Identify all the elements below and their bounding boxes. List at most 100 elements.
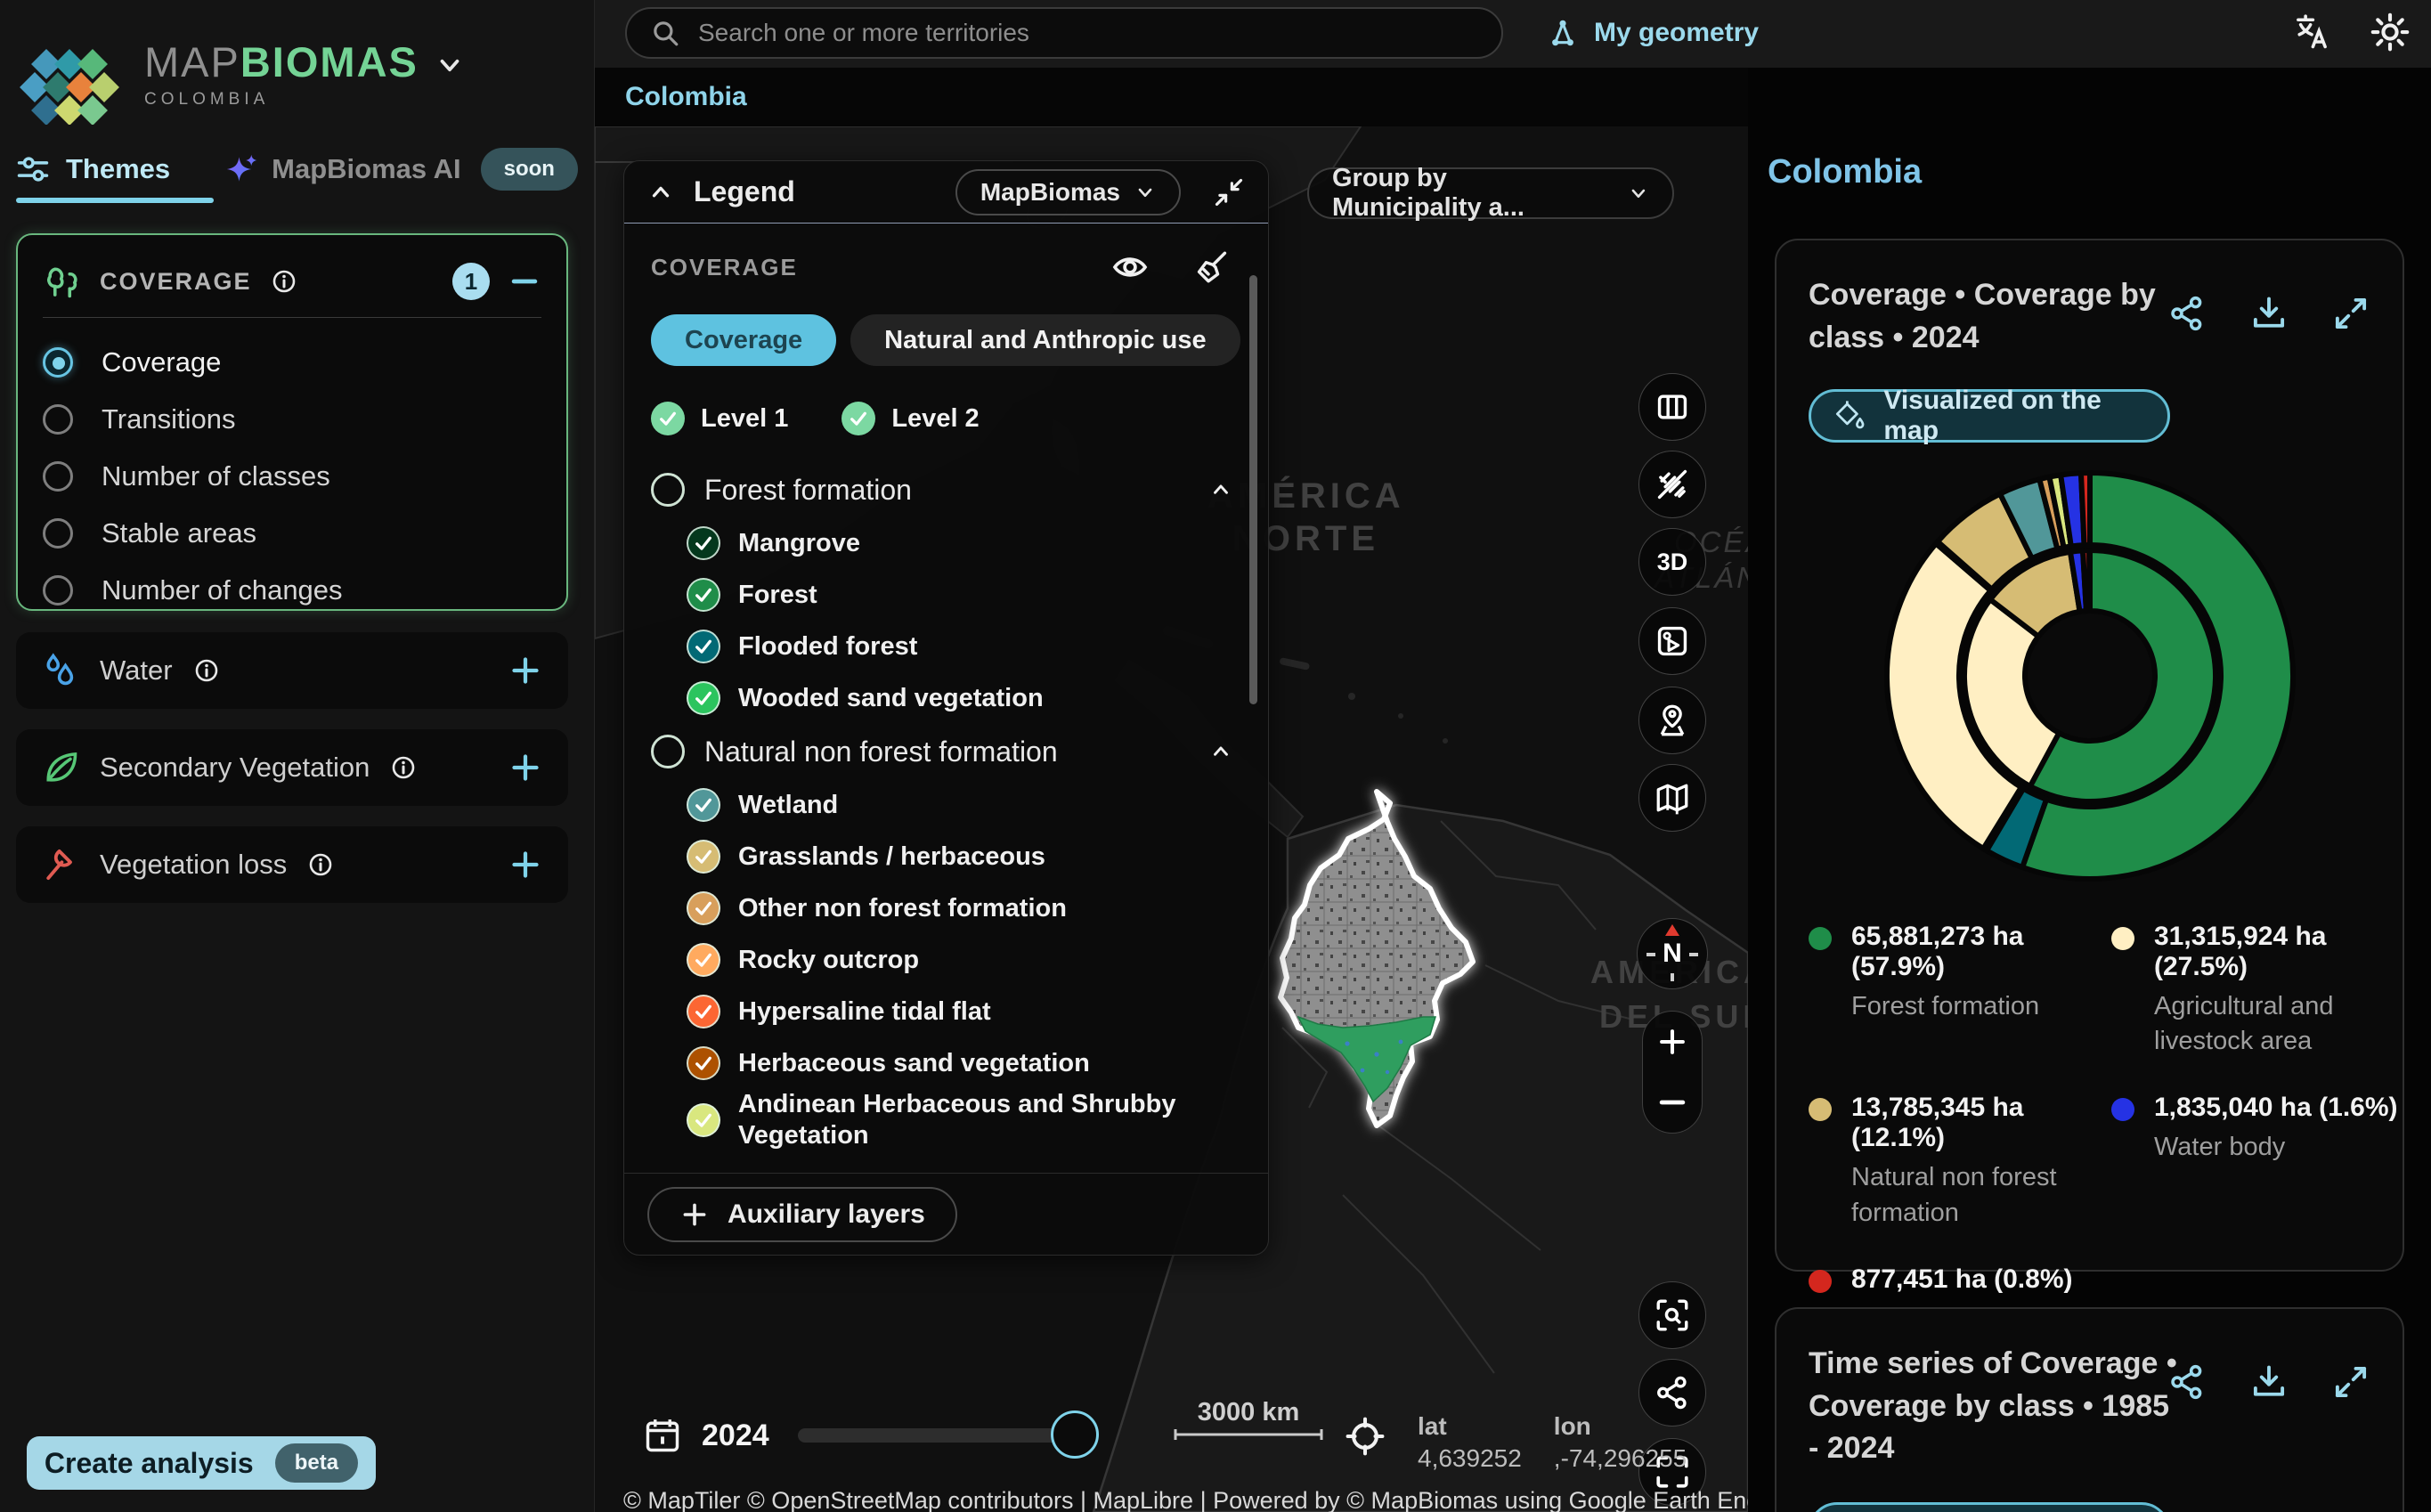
visualized-on-map-button[interactable]: Visualized on the map [1809,389,2170,443]
expand-icon[interactable] [2331,1362,2370,1402]
plus-icon[interactable] [508,847,543,882]
tab-mapbiomas-ai[interactable]: MapBiomas AI [224,151,460,187]
tab-natural-anthropic[interactable]: Natural and Anthropic use [850,314,1240,366]
chevron-down-icon[interactable] [435,50,465,80]
info-icon[interactable] [192,656,221,685]
level-2-checkbox[interactable]: Level 2 [842,402,979,435]
time-series-title: Time series of Coverage • Coverage by cl… [1809,1343,2183,1470]
chevron-up-icon[interactable] [1209,740,1232,763]
checkbox-checked-icon[interactable] [687,995,720,1028]
coverage-option-number-of-classes[interactable]: Number of classes [43,448,541,505]
tab-coverage[interactable]: Coverage [651,314,836,366]
checkbox-checked-icon[interactable] [687,578,720,612]
coverage-option-number-of-changes[interactable]: Number of changes [43,562,541,619]
zoom-out-button[interactable] [1643,1076,1702,1129]
group-checkbox-icon[interactable] [651,735,685,768]
plus-icon[interactable] [508,653,543,688]
share-icon[interactable] [2167,294,2207,333]
checkbox-checked-icon[interactable] [687,526,720,560]
chevron-up-icon[interactable] [1209,478,1232,501]
plus-icon[interactable] [508,750,543,785]
breadcrumb[interactable]: Colombia [625,82,747,112]
checkbox-checked-icon[interactable] [687,788,720,822]
layer-card-water[interactable]: Water [16,632,568,709]
create-analysis-button[interactable]: Create analysis beta [27,1436,376,1490]
layer-card-vegetation-loss[interactable]: Vegetation loss [16,826,568,903]
info-icon[interactable] [270,267,298,296]
territory-search[interactable] [625,7,1503,59]
info-icon[interactable] [389,753,418,782]
tab-themes[interactable]: Themes [16,152,170,186]
search-input[interactable] [696,18,1478,48]
checkbox-checked-icon[interactable] [687,840,720,874]
layer-card-secondary-vegetation[interactable]: Secondary Vegetation [16,729,568,806]
logo-biomas: BIOMAS [240,38,419,85]
checkbox-checked-icon[interactable] [687,1046,720,1080]
checkbox-checked-icon[interactable] [687,891,720,925]
auxiliary-layers-button[interactable]: Auxiliary layers [647,1187,957,1242]
3d-view-button[interactable]: 3D [1638,528,1706,596]
search-icon [650,18,680,48]
year-slider[interactable] [798,1428,1076,1443]
eye-icon[interactable] [1111,248,1149,286]
logo[interactable]: MAPBIOMAS COLOMBIA [20,14,465,125]
legend-group-natural-non-forest-formation[interactable]: Natural non forest formation [651,724,1241,779]
legend-item-hypersaline-tidal-flat[interactable]: Hypersaline tidal flat [651,986,1241,1037]
legend-item-wetland[interactable]: Wetland [651,779,1241,831]
legend-item-other-non-forest-formation[interactable]: Other non forest formation [651,882,1241,934]
legend-group-forest-formation[interactable]: Forest formation [651,462,1241,517]
legend-item-mangrove[interactable]: Mangrove [651,517,1241,569]
collapse-panel-icon[interactable] [1213,176,1245,208]
coverage-option-transitions[interactable]: Transitions [43,391,541,448]
download-icon[interactable] [2249,294,2289,333]
compass-control[interactable]: N [1637,918,1708,989]
zoom-in-button[interactable] [1643,1015,1702,1069]
radio-icon [43,404,73,435]
legend-item-andinean-herbaceous-and-shrubby-vegetation[interactable]: Andinean Herbaceous and Shrubby Vegetati… [651,1089,1241,1151]
minus-icon[interactable] [508,264,541,298]
legend-item-forest[interactable]: Forest [651,569,1241,621]
legend-item-herbaceous-sand-vegetation[interactable]: Herbaceous sand vegetation [651,1037,1241,1089]
level-1-checkbox[interactable]: Level 1 [651,402,788,435]
donut-segment-non-vegetated-area[interactable] [2080,473,2089,545]
territory-title: Colombia [1768,153,1922,191]
legend-item-flooded-forest[interactable]: Flooded forest [651,621,1241,672]
locate-on-map-button[interactable] [1638,687,1706,754]
basemap-button[interactable] [1638,764,1706,832]
legend-item-rocky-outcrop[interactable]: Rocky outcrop [651,934,1241,986]
scale-bar [1174,1427,1323,1442]
checkbox-checked-icon[interactable] [687,1103,720,1137]
split-view-button[interactable] [1638,373,1706,441]
translate-icon[interactable] [2292,12,2331,52]
legend-item-wooded-sand-vegetation[interactable]: Wooded sand vegetation [651,672,1241,724]
coverage-option-coverage[interactable]: Coverage [43,334,541,391]
year-slider-handle[interactable] [1051,1410,1099,1459]
group-checkbox-icon[interactable] [651,473,685,507]
zoom-to-area-button[interactable] [1638,1281,1706,1349]
share-icon[interactable] [2167,1362,2207,1402]
info-icon[interactable] [306,850,335,879]
coverage-option-stable-areas[interactable]: Stable areas [43,505,541,562]
expand-icon[interactable] [2331,294,2370,333]
checkbox-checked-icon[interactable] [687,943,720,977]
light-theme-icon[interactable] [2370,12,2410,52]
crosshair-icon [1345,1416,1386,1457]
legend-source-dropdown[interactable]: MapBiomas [955,169,1181,215]
legend-item-grasslands-herbaceous[interactable]: Grasslands / herbaceous [651,831,1241,882]
checkbox-checked-icon[interactable] [687,630,720,663]
chevron-up-icon[interactable] [647,179,674,206]
radio-icon [43,575,73,606]
sidebar: MAPBIOMAS COLOMBIA Themes MapBiomas AI s… [0,0,595,1512]
scrollbar[interactable] [1249,275,1257,704]
mosaic-toggle-button[interactable] [1638,451,1706,518]
timelapse-button[interactable] [1638,607,1706,675]
donut-segment-non-vegetated-area[interactable] [2083,550,2090,611]
my-geometry-button[interactable]: My geometry [1546,12,1759,53]
download-icon[interactable] [2249,1362,2289,1402]
checkbox-checked-icon[interactable] [687,681,720,715]
group-by-dropdown[interactable]: Group by Municipality a... [1307,167,1674,219]
paintbrush-icon[interactable] [1193,248,1231,286]
map-canvas[interactable]: AMÉRICA NORTE OCÉANO ATLÁNTICO AMERICA D… [595,126,1748,1512]
topbar: My geometry [595,0,2431,68]
visualized-on-map-button[interactable] [1809,1502,2170,1512]
